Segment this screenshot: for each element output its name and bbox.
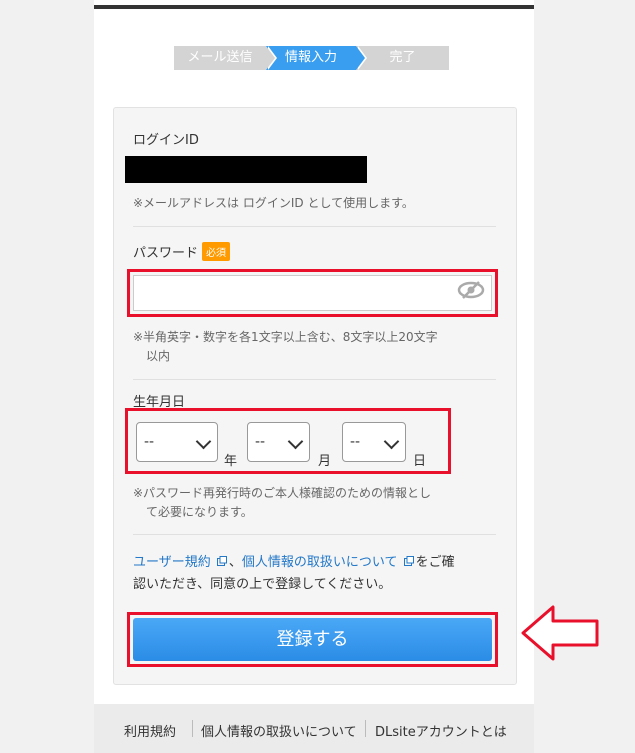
divider xyxy=(133,534,496,535)
dob-note-line2: て必要になります。 xyxy=(146,505,253,519)
dob-note-line1: ※パスワード再発行時のご本人様確認のための情報とし xyxy=(133,486,432,500)
footer-link-privacy[interactable]: 個人情報の取扱いについて xyxy=(201,721,357,740)
terms-text-line2: 認いただき、同意の上で登録してください。 xyxy=(133,577,392,592)
divider xyxy=(133,379,496,380)
register-button[interactable]: 登録する xyxy=(133,618,492,661)
step-complete: 完了 xyxy=(356,46,449,70)
step-label: 情報入力 xyxy=(284,50,337,65)
registration-form: ログインID ※メールアドレスは ログインID として使用します。 パスワード必… xyxy=(113,107,517,685)
chevron-down-icon xyxy=(195,433,212,450)
top-bar xyxy=(94,5,534,9)
progress-stepper: メール送信 情報入力 完了 xyxy=(174,46,449,70)
login-id-value-redacted xyxy=(125,156,367,183)
footer-link-terms[interactable]: 利用規約 xyxy=(124,721,176,740)
footer: 利用規約 個人情報の取扱いについて DLsiteアカウントとは xyxy=(94,704,534,753)
terms-separator: 、 xyxy=(228,555,242,570)
privacy-link[interactable]: 個人情報の取扱いについて xyxy=(242,555,398,570)
login-id-note: ※メールアドレスは ログインID として使用します。 xyxy=(133,196,414,210)
submit-highlight-box: 登録する xyxy=(127,612,498,667)
login-id-label: ログインID xyxy=(133,133,199,148)
dob-note: ※パスワード再発行時のご本人様確認のための情報とし て必要になります。 xyxy=(133,484,431,522)
year-select[interactable]: -- xyxy=(136,422,218,462)
external-link-icon xyxy=(216,556,227,566)
month-select[interactable]: -- xyxy=(247,422,310,462)
chevron-down-icon xyxy=(383,433,400,450)
terms-text: をご確 xyxy=(415,555,455,570)
step-email-sent: メール送信 xyxy=(174,46,277,70)
terms-consent-text: ユーザー規約 、個人情報の取扱いについて をご確 認いただき、同意の上で登録して… xyxy=(133,552,498,596)
footer-divider xyxy=(192,720,193,737)
password-note-line2: 以内 xyxy=(146,349,171,363)
day-unit: 日 xyxy=(413,454,427,469)
month-select-value: -- xyxy=(255,434,266,450)
terms-link[interactable]: ユーザー規約 xyxy=(133,555,211,570)
password-label-text: パスワード xyxy=(133,246,199,261)
footer-divider xyxy=(365,720,366,737)
external-link-icon xyxy=(403,556,414,566)
year-unit: 年 xyxy=(224,454,238,469)
chevron-down-icon xyxy=(287,433,304,450)
arrow-left-icon xyxy=(521,605,599,661)
step-label: 完了 xyxy=(389,50,416,65)
step-info-input: 情報入力 xyxy=(266,46,367,70)
day-select-value: -- xyxy=(350,434,361,450)
page-container: メール送信 情報入力 完了 ログインID ※メールアドレスは ログインID とし… xyxy=(94,0,534,753)
password-note-line1: ※半角英字・数字を各1文字以上含む、8文字以上20文字 xyxy=(133,330,438,344)
password-input[interactable] xyxy=(133,275,492,311)
required-badge: 必須 xyxy=(202,242,231,261)
eye-slash-icon[interactable] xyxy=(457,281,485,299)
divider xyxy=(133,226,496,227)
password-label: パスワード 必須 xyxy=(133,242,231,261)
password-highlight-box xyxy=(127,269,498,317)
day-select[interactable]: -- xyxy=(342,422,406,462)
dob-highlight-box: -- 年 -- 月 -- 日 xyxy=(125,408,451,474)
month-unit: 月 xyxy=(318,454,332,469)
footer-link-about[interactable]: DLsiteアカウントとは xyxy=(375,721,507,740)
password-note: ※半角英字・数字を各1文字以上含む、8文字以上20文字 以内 xyxy=(133,328,438,366)
step-label: メール送信 xyxy=(187,50,253,65)
year-select-value: -- xyxy=(144,434,155,450)
